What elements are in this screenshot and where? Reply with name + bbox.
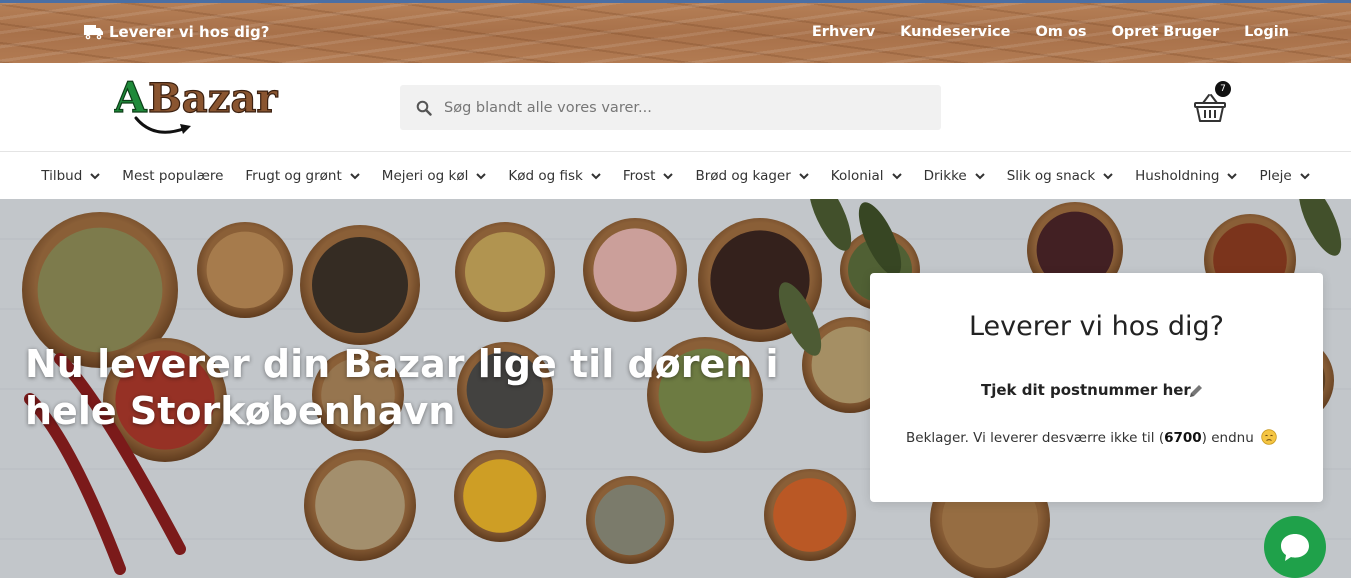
chevron-down-icon bbox=[975, 172, 985, 179]
sad-face-emoji-icon bbox=[1261, 429, 1277, 445]
shopping-basket-icon[interactable] bbox=[1193, 93, 1227, 123]
category-label: Drikke bbox=[923, 167, 967, 184]
postal-check-label: Tjek dit postnummer her bbox=[981, 381, 1191, 399]
top-nav: Erhverv Kundeservice Om os Opret Bruger … bbox=[812, 24, 1289, 40]
top-nav-opret-bruger[interactable]: Opret Bruger bbox=[1112, 24, 1220, 40]
chevron-down-icon bbox=[591, 172, 601, 179]
category-frugt-og-grønt[interactable]: Frugt og grønt bbox=[245, 167, 360, 184]
svg-text:Bazar: Bazar bbox=[148, 75, 278, 122]
category-drikke[interactable]: Drikke bbox=[924, 168, 985, 184]
chevron-down-icon bbox=[891, 172, 902, 179]
search-input[interactable] bbox=[444, 99, 914, 116]
chevron-down-icon bbox=[1227, 172, 1238, 179]
chevron-down-icon bbox=[799, 172, 809, 179]
search-bar[interactable] bbox=[400, 85, 941, 130]
truck-icon bbox=[84, 25, 103, 40]
postal-check-card: Leverer vi hos dig? Tjek dit postnummer … bbox=[870, 273, 1323, 502]
top-bar: Leverer vi hos dig? Erhverv Kundeservice… bbox=[0, 0, 1351, 63]
hero-title: Nu leverer din Bazar lige til døren i he… bbox=[25, 342, 779, 433]
top-nav-erhverv[interactable]: Erhverv bbox=[812, 24, 875, 40]
category-label: Slik og snack bbox=[1006, 167, 1096, 184]
search-icon bbox=[416, 100, 432, 116]
category-pleje[interactable]: Pleje bbox=[1259, 167, 1310, 184]
postal-result-message: Beklager. Vi leverer desværre ikke til (… bbox=[906, 429, 1277, 446]
chevron-down-icon bbox=[1300, 172, 1310, 179]
chevron-down-icon bbox=[476, 172, 487, 179]
category-label: Mejeri og køl bbox=[381, 167, 469, 184]
delivery-check-link[interactable]: Leverer vi hos dig? bbox=[84, 23, 269, 41]
category-kolonial[interactable]: Kolonial bbox=[831, 168, 902, 184]
top-nav-login[interactable]: Login bbox=[1244, 24, 1289, 40]
postal-card-title: Leverer vi hos dig? bbox=[968, 311, 1225, 342]
category-frost[interactable]: Frost bbox=[623, 168, 674, 184]
category-husholdning[interactable]: Husholdning bbox=[1135, 167, 1238, 184]
delivery-check-label: Leverer vi hos dig? bbox=[109, 23, 270, 41]
category-label: Kød og fisk bbox=[508, 167, 583, 184]
chevron-down-icon bbox=[90, 172, 101, 179]
category-tilbud[interactable]: Tilbud bbox=[41, 167, 101, 184]
logo[interactable]: A Bazar bbox=[114, 74, 330, 138]
category-mejeri-og-køl[interactable]: Mejeri og køl bbox=[382, 168, 487, 184]
category-mest-populære[interactable]: Mest populære bbox=[122, 168, 223, 184]
svg-text:A: A bbox=[114, 74, 148, 122]
chevron-down-icon bbox=[350, 172, 360, 179]
category-label: Tilbud bbox=[41, 167, 83, 184]
chevron-down-icon bbox=[1103, 172, 1113, 179]
category-label: Kolonial bbox=[830, 167, 884, 184]
category-nav: Tilbud Mest populære Frugt og grønt Mejeri … bbox=[0, 152, 1351, 199]
site-header: A Bazar 7 bbox=[0, 63, 1351, 152]
postal-message-suffix: ) endnu bbox=[1201, 430, 1254, 446]
category-brød-og-kager[interactable]: Brød og kager bbox=[695, 167, 809, 184]
postal-code-value: 6700 bbox=[1164, 430, 1202, 446]
edit-pencil-icon[interactable] bbox=[1188, 383, 1204, 399]
chevron-down-icon bbox=[663, 172, 674, 179]
category-label: Brød og kager bbox=[695, 167, 791, 184]
category-label: Frugt og grønt bbox=[245, 167, 342, 184]
chat-bubble-icon bbox=[1281, 534, 1309, 561]
category-label: Mest populære bbox=[122, 167, 224, 184]
category-slik-og-snack[interactable]: Slik og snack bbox=[1007, 168, 1113, 184]
cart-count-badge: 7 bbox=[1215, 81, 1231, 97]
postal-message-prefix: Beklager. Vi leverer desværre ikke til ( bbox=[906, 430, 1165, 446]
category-label: Pleje bbox=[1259, 167, 1292, 184]
category-label: Husholdning bbox=[1135, 167, 1220, 184]
category-kød-og-fisk[interactable]: Kød og fisk bbox=[508, 167, 601, 184]
chat-button[interactable] bbox=[1264, 516, 1326, 578]
top-nav-om-os[interactable]: Om os bbox=[1035, 24, 1086, 40]
category-label: Frost bbox=[622, 167, 656, 184]
top-nav-kundeservice[interactable]: Kundeservice bbox=[900, 24, 1010, 40]
